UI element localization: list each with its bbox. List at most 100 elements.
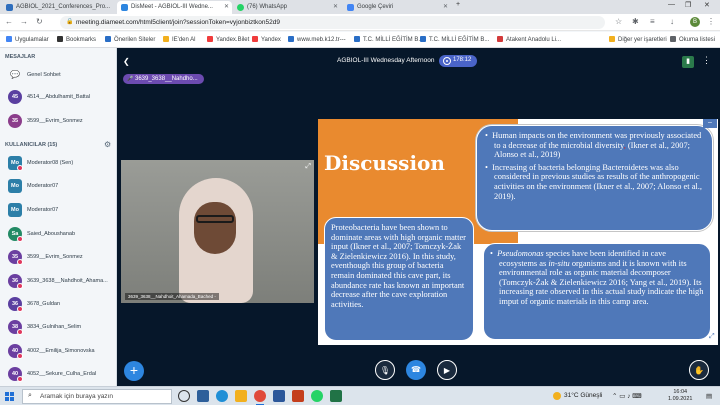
whatsapp-icon[interactable]	[311, 390, 323, 402]
video-person-glasses	[196, 215, 234, 223]
user-item[interactable]: 40 4002__Emilija_Simonovska	[8, 344, 114, 360]
edge-icon[interactable]	[216, 390, 228, 402]
bookmark-item[interactable]: Yandex	[252, 36, 281, 43]
raise-hand-button[interactable]: ✋	[689, 360, 709, 380]
browser-tab-active[interactable]: DisMeet - AGBIOL-III Wedne... ✕	[117, 1, 232, 14]
globe-icon	[288, 36, 294, 42]
download-icon[interactable]: ↓	[670, 17, 674, 26]
reload-icon[interactable]: ↻	[36, 17, 43, 26]
windows-taskbar: ⌕ Aramak için buraya yazın 31°C Güneşli …	[0, 386, 720, 405]
search-icon: ⌕	[28, 392, 32, 399]
presentation-slide: Discussion • Human impacts on the enviro…	[318, 119, 718, 345]
bookmark-item[interactable]: IE'den Al	[163, 36, 196, 43]
close-icon[interactable]: ✕	[224, 3, 229, 10]
options-kebab-icon[interactable]: ⋮	[702, 55, 711, 66]
google-translate-icon	[347, 4, 354, 11]
browser-tab[interactable]: (76) WhatsApp ✕	[233, 1, 341, 14]
taskbar-search-input[interactable]: ⌕ Aramak için buraya yazın	[22, 389, 172, 404]
file-explorer-icon[interactable]	[235, 390, 247, 402]
close-window-icon[interactable]: ✕	[704, 1, 710, 9]
cortana-icon[interactable]	[178, 390, 190, 402]
extensions-icon[interactable]: ✱	[632, 17, 639, 26]
phone-icon: ☎	[411, 365, 421, 374]
close-icon[interactable]: ✕	[443, 3, 448, 10]
folder-icon	[163, 36, 169, 42]
profile-avatar[interactable]: B	[690, 17, 700, 27]
minimize-icon[interactable]: —	[668, 1, 675, 8]
new-tab-button[interactable]: +	[456, 1, 460, 8]
minimize-presentation-icon[interactable]: –	[703, 119, 717, 128]
public-chat-item[interactable]: 💬 Genel Sohbet	[8, 68, 114, 84]
bookmark-item[interactable]: Önerilen Siteler	[105, 36, 155, 43]
user-item[interactable]: Mo Moderator07	[8, 179, 114, 195]
webcam-name-label: 3639_3638__Nahdhoit_Ahamada_Bached -	[125, 293, 219, 300]
recording-indicator[interactable]: 178:12	[439, 55, 477, 67]
word-icon[interactable]	[273, 390, 285, 402]
user-item[interactable]: Mo Moderator08 (Sen)	[8, 156, 114, 172]
public-chat-label: Genel Sohbet	[27, 72, 61, 78]
system-tray-icons[interactable]: ⌃ ▭ ♪ ⌨	[612, 392, 642, 400]
chat-item[interactable]: 35 3599__Evrim_Sonmez	[8, 114, 114, 130]
avatar: Mo	[8, 203, 22, 217]
bookmark-item[interactable]: Yandex.Bilet	[207, 36, 249, 43]
back-icon[interactable]: ←	[5, 17, 13, 26]
notifications-icon[interactable]: ▤	[706, 392, 712, 400]
bookmark-other[interactable]: Diğer yer işaretleri	[609, 36, 667, 43]
user-item[interactable]: 38 3834_Gulnihan_Selim	[8, 320, 114, 336]
bookmark-item[interactable]: T.C. MİLLİ EĞİTİM B...	[354, 36, 423, 43]
user-item[interactable]: 40 4052__Sekure_Culha_Erdal	[8, 367, 114, 383]
browser-tab[interactable]: AGBIOL_2021_Conferences_Pro... ✕	[2, 1, 130, 14]
powerpoint-icon[interactable]	[292, 390, 304, 402]
bookmark-reading-list[interactable]: Okuma listesi	[670, 36, 715, 43]
weather-sun-icon	[553, 392, 561, 400]
close-icon[interactable]: ✕	[333, 3, 338, 10]
bookmark-apps[interactable]: Uygulamalar	[6, 36, 49, 43]
user-item[interactable]: 36 3639_3638__Nahdhoit_Ahama...	[8, 274, 114, 290]
fullscreen-icon[interactable]: ⤢	[305, 163, 311, 171]
chat-item[interactable]: 45 4514__Abdulhamit_Battal	[8, 90, 114, 106]
reading-list-icon[interactable]: ≡	[650, 17, 655, 26]
webcam-video[interactable]: ⤢ 3639_3638__Nahdhoit_Ahamada_Bached -	[121, 160, 314, 303]
fullscreen-icon[interactable]: ⤢	[709, 333, 715, 341]
microphone-off-icon: 🎙	[379, 366, 391, 375]
user-item[interactable]: Mo Moderator07	[8, 203, 114, 219]
reading-list-icon	[670, 36, 676, 42]
chat-name: 3599__Evrim_Sonmez	[27, 118, 83, 124]
browser-tab-bar: AGBIOL_2021_Conferences_Pro... ✕ DisMeet…	[0, 0, 720, 14]
tab-label: Google Çeviri	[357, 4, 394, 10]
page-icon	[105, 36, 111, 42]
camera-toggle-button[interactable]: ▶	[437, 360, 457, 380]
microphone-toggle-button[interactable]: 🎙	[375, 360, 395, 380]
toggle-sidebar-icon[interactable]: ❮	[123, 57, 130, 66]
gear-icon[interactable]: ⚙	[104, 140, 111, 149]
excel-icon[interactable]	[330, 390, 342, 402]
audio-leave-button[interactable]: ☎	[406, 360, 426, 380]
bookmark-item[interactable]: www.meb.k12.tr---	[288, 36, 346, 43]
bookmark-item[interactable]: Atakent Anadolu Li...	[497, 36, 561, 43]
clock[interactable]: 16:04 1.09.2021	[668, 389, 692, 403]
bookmark-item[interactable]: Bookmarks	[57, 36, 96, 43]
forward-icon[interactable]: →	[20, 17, 28, 26]
weather-text[interactable]: 31°C Güneşli	[564, 392, 602, 399]
browser-tab[interactable]: Google Çeviri ✕	[343, 1, 451, 14]
user-item[interactable]: 36 3678_Guldan	[8, 297, 114, 313]
connection-status-icon[interactable]: ▮	[682, 56, 694, 68]
user-name: 3639_3638__Nahdhoit_Ahama...	[27, 278, 108, 284]
video-camera-icon: ▶	[443, 366, 451, 375]
star-icon[interactable]: ☆	[615, 17, 622, 26]
url-text: meeting.diameet.com/html5client/join?ses…	[76, 19, 280, 26]
task-view-icon[interactable]	[197, 390, 209, 402]
windows-start-icon[interactable]	[5, 392, 14, 401]
user-item[interactable]: 35 3599__Evrim_Sonmez	[8, 250, 114, 266]
bookmark-item[interactable]: T.C. MİLLİ EĞİTİM B...	[420, 36, 489, 43]
user-item[interactable]: Sa Saied_Aboushanab	[8, 227, 114, 243]
actions-plus-button[interactable]: +	[124, 361, 144, 381]
status-badge	[17, 283, 23, 289]
menu-kebab-icon[interactable]: ⋮	[707, 17, 715, 26]
user-name: 3678_Guldan	[27, 301, 61, 307]
maximize-icon[interactable]: ❐	[685, 1, 691, 9]
url-field[interactable]: 🔒 meeting.diameet.com/html5client/join?s…	[60, 16, 605, 29]
microphone-icon: 🎤	[127, 76, 134, 82]
chat-name: 4514__Abdulhamit_Battal	[27, 94, 90, 100]
chrome-icon[interactable]	[254, 390, 266, 405]
